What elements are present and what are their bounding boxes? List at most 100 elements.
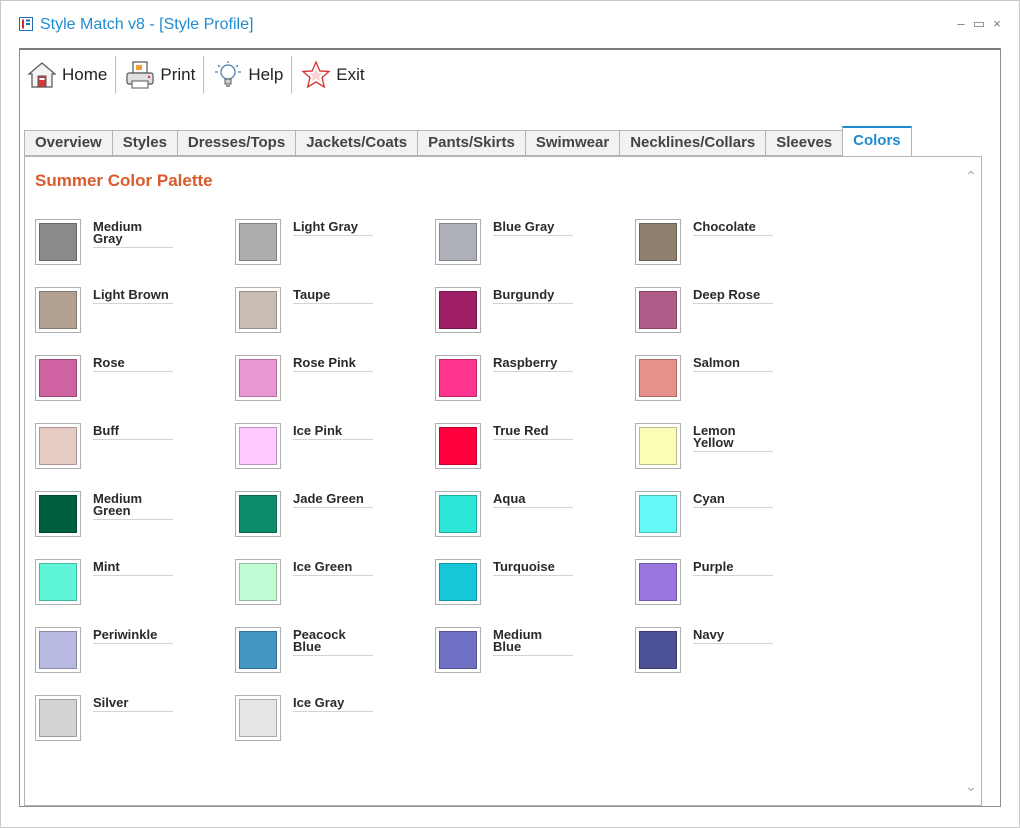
swatch-box[interactable] — [235, 695, 281, 741]
exit-label: Exit — [336, 65, 365, 84]
scroll-up-chevron-icon[interactable]: ⌃ — [963, 169, 979, 183]
swatch-box[interactable] — [635, 627, 681, 673]
swatch-label: Chocolate — [693, 220, 773, 236]
color-swatch[interactable]: Ice Gray — [235, 695, 415, 745]
color-swatch[interactable]: Rose Pink — [235, 355, 415, 405]
color-swatch[interactable]: Medium Gray — [35, 219, 215, 269]
color-swatch[interactable]: Raspberry — [435, 355, 615, 405]
color-swatch[interactable]: Navy — [635, 627, 815, 677]
swatch-box[interactable] — [435, 559, 481, 605]
color-swatch[interactable]: Taupe — [235, 287, 415, 337]
close-button[interactable]: × — [989, 15, 1005, 33]
color-swatch[interactable]: Chocolate — [635, 219, 815, 269]
swatch-box[interactable] — [635, 491, 681, 537]
color-swatch[interactable]: Ice Green — [235, 559, 415, 609]
swatch-box[interactable] — [35, 627, 81, 673]
tab-bar: Overview Styles Dresses/Tops Jackets/Coa… — [24, 126, 912, 156]
swatch-box[interactable] — [35, 559, 81, 605]
tab-swimwear[interactable]: Swimwear — [524, 130, 620, 156]
swatch-box[interactable] — [435, 355, 481, 401]
swatch-box[interactable] — [435, 423, 481, 469]
app-window: Style Match v8 - [Style Profile] – ▭ × H… — [0, 0, 1020, 828]
swatch-box[interactable] — [435, 219, 481, 265]
swatch-box[interactable] — [235, 355, 281, 401]
swatch-color-fill — [39, 631, 77, 669]
toolbar-separator — [291, 56, 293, 94]
color-swatch[interactable]: True Red — [435, 423, 615, 473]
swatch-color-fill — [439, 291, 477, 329]
tab-pants-skirts[interactable]: Pants/Skirts — [417, 130, 525, 156]
swatch-label: Navy — [693, 628, 773, 644]
color-swatch[interactable]: Peacock Blue — [235, 627, 415, 677]
swatch-box[interactable] — [635, 287, 681, 333]
color-swatch[interactable]: Jade Green — [235, 491, 415, 541]
swatch-box[interactable] — [35, 695, 81, 741]
swatch-label: Buff — [93, 424, 173, 440]
color-swatch[interactable]: Light Brown — [35, 287, 215, 337]
swatch-label: Light Gray — [293, 220, 373, 236]
color-swatch[interactable]: Buff — [35, 423, 215, 473]
swatch-box[interactable] — [235, 559, 281, 605]
swatch-box[interactable] — [635, 355, 681, 401]
color-swatch[interactable]: Salmon — [635, 355, 815, 405]
swatch-label: Aqua — [493, 492, 573, 508]
home-button[interactable]: Home — [20, 55, 113, 95]
swatch-box[interactable] — [435, 627, 481, 673]
swatch-box[interactable] — [435, 287, 481, 333]
swatch-label: Cyan — [693, 492, 773, 508]
swatch-box[interactable] — [35, 219, 81, 265]
app-logo-icon — [19, 17, 33, 31]
color-swatch[interactable]: Aqua — [435, 491, 615, 541]
color-swatch[interactable]: Light Gray — [235, 219, 415, 269]
tab-sleeves[interactable]: Sleeves — [765, 130, 843, 156]
color-swatch[interactable]: Periwinkle — [35, 627, 215, 677]
swatch-box[interactable] — [635, 559, 681, 605]
swatch-box[interactable] — [235, 219, 281, 265]
exit-button[interactable]: Exit — [294, 55, 370, 95]
color-swatch[interactable]: Rose — [35, 355, 215, 405]
color-swatch[interactable]: Blue Gray — [435, 219, 615, 269]
swatch-color-fill — [39, 563, 77, 601]
swatch-box[interactable] — [35, 491, 81, 537]
swatch-box[interactable] — [235, 491, 281, 537]
scroll-down-chevron-icon[interactable]: ⌄ — [963, 779, 979, 793]
swatch-box[interactable] — [35, 355, 81, 401]
color-swatch[interactable]: Medium Blue — [435, 627, 615, 677]
swatch-box[interactable] — [635, 423, 681, 469]
swatch-color-fill — [39, 223, 77, 261]
printer-icon — [126, 61, 154, 89]
maximize-button[interactable]: ▭ — [971, 15, 987, 33]
color-swatch[interactable]: Cyan — [635, 491, 815, 541]
tab-necklines-collars[interactable]: Necklines/Collars — [619, 130, 766, 156]
swatch-box[interactable] — [635, 219, 681, 265]
window-title: Style Match v8 - [Style Profile] — [40, 16, 254, 33]
tab-styles[interactable]: Styles — [111, 130, 177, 156]
color-swatch[interactable]: Turquoise — [435, 559, 615, 609]
swatch-box[interactable] — [35, 287, 81, 333]
color-swatch[interactable]: Deep Rose — [635, 287, 815, 337]
color-swatch[interactable]: Ice Pink — [235, 423, 415, 473]
swatch-label: Deep Rose — [693, 288, 773, 304]
color-swatch[interactable]: Lemon Yellow — [635, 423, 815, 473]
swatch-box[interactable] — [235, 423, 281, 469]
color-swatch[interactable]: Medium Green — [35, 491, 215, 541]
swatch-box[interactable] — [235, 287, 281, 333]
swatch-color-fill — [39, 427, 77, 465]
swatch-box[interactable] — [235, 627, 281, 673]
swatch-box[interactable] — [435, 491, 481, 537]
swatch-label: Peacock Blue — [293, 628, 373, 656]
tab-jackets-coats[interactable]: Jackets/Coats — [295, 130, 418, 156]
tab-overview[interactable]: Overview — [24, 130, 112, 156]
swatch-color-fill — [439, 223, 477, 261]
swatch-box[interactable] — [35, 423, 81, 469]
print-button[interactable]: Print — [118, 55, 201, 95]
minimize-button[interactable]: – — [953, 15, 969, 33]
color-swatch[interactable]: Mint — [35, 559, 215, 609]
help-button[interactable]: Help — [206, 55, 289, 95]
color-swatch[interactable]: Burgundy — [435, 287, 615, 337]
tab-colors[interactable]: Colors — [842, 126, 912, 156]
swatch-color-fill — [639, 291, 677, 329]
color-swatch[interactable]: Silver — [35, 695, 215, 745]
color-swatch[interactable]: Purple — [635, 559, 815, 609]
tab-dresses-tops[interactable]: Dresses/Tops — [176, 130, 296, 156]
